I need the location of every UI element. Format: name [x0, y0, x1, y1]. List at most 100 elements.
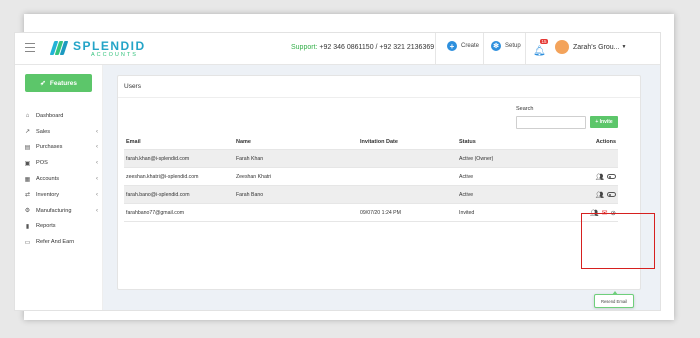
menu-icon[interactable] — [25, 43, 35, 52]
header-divider — [525, 33, 526, 64]
chevron-left-icon: ‹ — [96, 207, 98, 214]
top-header: SPLENDID ACCOUNTS Support: +92 346 08611… — [15, 33, 660, 65]
home-icon: ⌂ — [25, 112, 30, 119]
sidebar-item-label: POS — [36, 160, 48, 167]
sidebar-item-label: Accounts — [36, 176, 60, 183]
header-divider — [435, 33, 436, 64]
table-row: farah.bano@i-splendid.com Farah Bano Act… — [124, 186, 618, 204]
cell-email: farah.bano@i-splendid.com — [126, 191, 190, 198]
support-info: Support: +92 346 0861150 / +92 321 21363… — [291, 44, 434, 51]
pos-icon: ▣ — [24, 160, 31, 167]
support-numbers: +92 346 0861150 / +92 321 2136369 — [319, 44, 435, 51]
accounts-icon: ▦ — [24, 176, 31, 183]
bell-icon: 🔔︎ — [533, 46, 546, 57]
sidebar-item-refer-and-earn[interactable]: ▭ Refer And Earn — [15, 234, 102, 250]
plus-icon: + — [447, 41, 457, 51]
setup-label: Setup — [505, 43, 521, 49]
cell-name: Zeeshan Khatri — [236, 173, 272, 180]
column-header-status: Status — [459, 139, 476, 145]
features-label: Features — [49, 79, 77, 87]
sidebar-item-label: Dashboard — [36, 112, 64, 119]
reports-icon: ▮ — [25, 223, 30, 230]
cell-email: farah.khan@i-splendid.com — [126, 155, 190, 162]
table-row: farahbano77@gmail.com 09/07/20 1:24 PM I… — [124, 204, 618, 222]
app-window: SPLENDID ACCOUNTS Support: +92 346 08611… — [14, 32, 661, 311]
create-button[interactable]: + Create — [447, 41, 479, 51]
main-content: Users Search + Invite Email Name Invitat… — [103, 65, 660, 310]
row-actions: 👥︎ — [596, 173, 616, 181]
chevron-left-icon: ‹ — [96, 144, 98, 151]
toggle-icon[interactable] — [607, 192, 616, 197]
search-label: Search — [516, 106, 534, 112]
chevron-left-icon: ‹ — [96, 176, 98, 183]
avatar — [555, 40, 569, 54]
invite-button[interactable]: + Invite — [590, 116, 618, 128]
chevron-left-icon: ‹ — [96, 191, 98, 198]
table-header: Email Name Invitation Date Status Action… — [124, 135, 618, 150]
sidebar-item-label: Purchases — [36, 144, 63, 151]
users-icon[interactable]: 👥︎ — [596, 191, 604, 199]
org-switcher[interactable]: Zarah's Grou... ▼ — [555, 40, 626, 54]
chevron-down-icon: ▼ — [621, 44, 627, 50]
chevron-left-icon: ‹ — [96, 128, 98, 135]
table-row: farah.khan@i-splendid.com Farah Khan Act… — [124, 150, 618, 168]
brand-name: SPLENDID — [73, 38, 146, 53]
resend-email-tooltip: Resend Email — [594, 291, 634, 308]
sidebar-item-purchases[interactable]: ▤ Purchases ‹ — [15, 140, 102, 156]
support-label: Support: — [291, 44, 318, 51]
sidebar-item-pos[interactable]: ▣ POS ‹ — [15, 155, 102, 171]
divider — [118, 97, 640, 98]
manufacturing-icon: ⚙ — [24, 208, 31, 215]
cell-date: 09/07/20 1:24 PM — [360, 209, 401, 216]
cell-status: Invited — [459, 209, 475, 216]
inventory-icon: ⇄ — [24, 192, 31, 199]
cell-email: farahbano77@gmail.com — [126, 209, 185, 216]
page-title: Users — [124, 83, 141, 90]
users-icon[interactable]: 👥︎ — [596, 173, 604, 181]
header-divider — [483, 33, 484, 64]
sidebar-item-label: Refer And Earn — [36, 239, 75, 246]
setup-button[interactable]: ✻ Setup — [491, 41, 521, 51]
sidebar-item-label: Reports — [36, 223, 56, 230]
cell-name: Farah Bano — [236, 191, 264, 198]
users-card: Users Search + Invite Email Name Invitat… — [117, 75, 641, 308]
column-header-email: Email — [126, 139, 141, 145]
gear-icon: ✻ — [491, 41, 501, 51]
users-table: Email Name Invitation Date Status Action… — [124, 135, 618, 222]
refer-icon: ▭ — [24, 239, 31, 246]
search-input[interactable] — [516, 116, 586, 129]
column-header-name: Name — [236, 139, 251, 145]
column-header-actions: Actions — [595, 139, 616, 145]
sidebar-item-reports[interactable]: ▮ Reports — [15, 219, 102, 235]
brand-subtitle: ACCOUNTS — [91, 51, 138, 58]
notification-badge: 15 — [540, 39, 549, 44]
sidebar-item-manufacturing[interactable]: ⚙ Manufacturing ‹ — [15, 203, 102, 219]
chevron-left-icon: ‹ — [96, 160, 98, 167]
sidebar-item-dashboard[interactable]: ⌂ Dashboard — [15, 108, 102, 124]
column-header-invitation-date: Invitation Date — [360, 139, 398, 145]
sidebar-item-label: Sales — [36, 128, 50, 135]
cell-email: zeeshan.khatri@i-splendid.com — [126, 173, 199, 180]
sidebar-item-inventory[interactable]: ⇄ Inventory ‹ — [15, 187, 102, 203]
cell-status: Active — [459, 191, 474, 198]
table-row: zeeshan.khatri@i-splendid.com Zeeshan Kh… — [124, 168, 618, 186]
sidebar-item-label: Inventory — [36, 191, 60, 198]
sidebar-item-label: Manufacturing — [36, 207, 72, 214]
brand-mark-icon — [49, 40, 69, 58]
sidebar: ➶ Features ⌂ Dashboard ↗ Sales ‹ ▤ Purch… — [15, 65, 103, 310]
sidebar-nav: ⌂ Dashboard ↗ Sales ‹ ▤ Purchases ‹ ▣ PO… — [15, 108, 102, 250]
notifications-button[interactable]: 🔔︎ 15 — [533, 39, 549, 57]
chart-icon: ↗ — [24, 129, 31, 136]
cell-status: Active (Owner) — [459, 155, 494, 162]
sidebar-item-sales[interactable]: ↗ Sales ‹ — [15, 124, 102, 140]
brand-logo[interactable]: SPLENDID ACCOUNTS — [49, 37, 146, 61]
create-label: Create — [461, 43, 480, 49]
sidebar-item-accounts[interactable]: ▦ Accounts ‹ — [15, 171, 102, 187]
rocket-icon: ➶ — [40, 80, 46, 87]
highlight-box — [581, 213, 655, 269]
features-button[interactable]: ➶ Features — [25, 74, 92, 92]
row-actions: 👥︎ — [596, 191, 616, 199]
cell-status: Active — [459, 173, 474, 180]
org-name: Zarah's Grou... — [573, 43, 620, 51]
toggle-icon[interactable] — [607, 174, 616, 179]
